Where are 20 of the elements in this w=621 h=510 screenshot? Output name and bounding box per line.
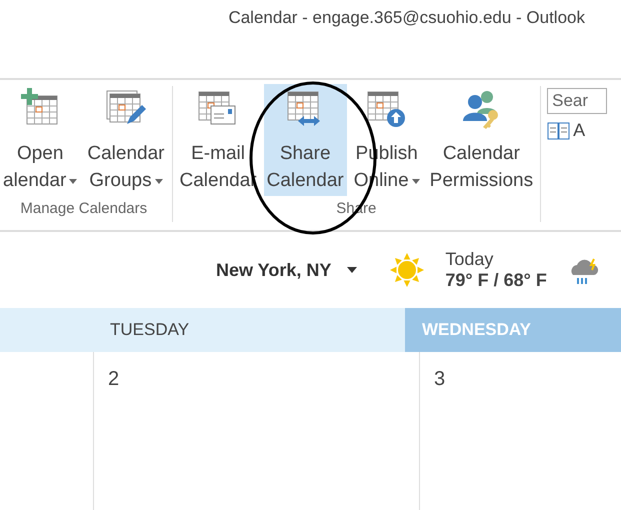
group-label: Manage Calendars bbox=[19, 200, 148, 217]
temperature: 79° F / 68° F bbox=[445, 270, 547, 291]
search-field[interactable]: Sear bbox=[547, 88, 608, 114]
ribbon-button[interactable]: Calendar Permissions bbox=[426, 84, 536, 196]
forecast-day: Today bbox=[445, 249, 547, 270]
date-number: 3 bbox=[434, 368, 446, 390]
ribbon-button[interactable]: Share Calendar bbox=[264, 84, 347, 196]
ribbon-button[interactable]: Calendar Groups bbox=[84, 84, 168, 196]
day-header: TUESDAY bbox=[93, 308, 405, 352]
address-book-button[interactable]: A bbox=[573, 120, 586, 141]
day-cell[interactable]: 3 bbox=[420, 352, 621, 510]
day-cell[interactable]: 2 bbox=[94, 352, 420, 510]
sun-icon bbox=[389, 252, 426, 288]
ribbon-button[interactable]: Open alendar bbox=[0, 84, 80, 196]
date-number: 2 bbox=[108, 368, 120, 390]
window-title: Calendar - engage.365@csuohio.edu - Outlook bbox=[227, 7, 586, 29]
caret-icon bbox=[347, 267, 358, 273]
book-icon bbox=[547, 120, 572, 140]
location-dropdown[interactable]: New York, NY bbox=[216, 260, 358, 280]
day-header: WEDNESDAY bbox=[405, 308, 621, 352]
